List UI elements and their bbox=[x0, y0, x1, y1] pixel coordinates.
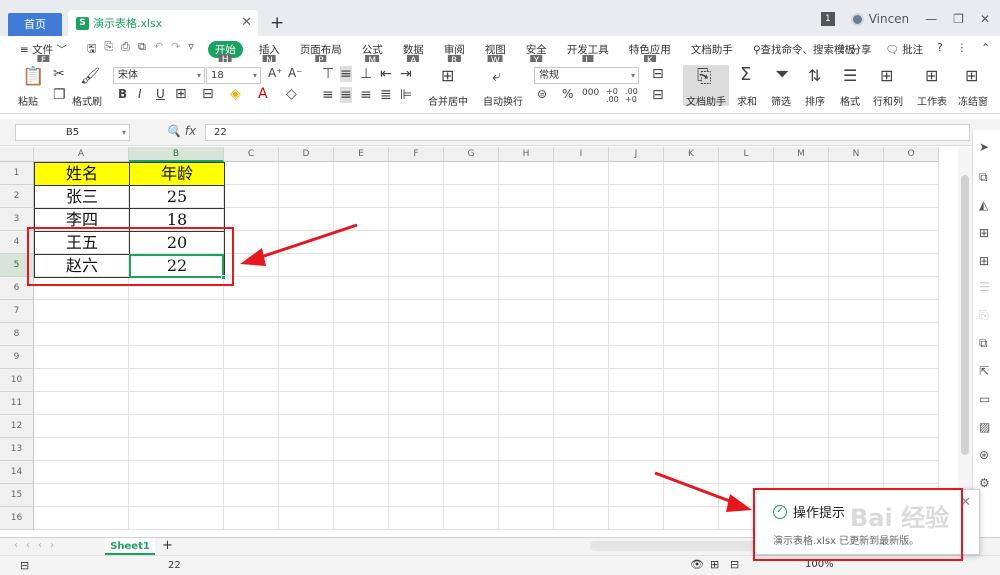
comment-panel-icon[interactable]: ⎘ bbox=[979, 308, 989, 323]
normal-view-icon[interactable]: ⊞ bbox=[710, 558, 719, 571]
add-sheet-button[interactable]: + bbox=[162, 538, 173, 553]
style-icon[interactable]: ◭ bbox=[979, 198, 988, 212]
grid-icon[interactable]: ⊞ bbox=[979, 254, 989, 268]
backup-icon[interactable]: ⊛ bbox=[979, 448, 989, 462]
watermark-logo: Bai 经验 bbox=[850, 504, 950, 532]
sheet-tab-sheet1[interactable]: Sheet1 bbox=[105, 538, 155, 555]
vertical-scroll-thumb[interactable] bbox=[961, 175, 969, 455]
macro-icon[interactable]: ⊟ bbox=[20, 559, 29, 572]
layout-icon[interactable]: ▭ bbox=[979, 392, 990, 406]
table-icon[interactable]: ⊞ bbox=[979, 226, 989, 240]
list-icon[interactable]: ☰ bbox=[979, 280, 990, 294]
status-value: 22 bbox=[168, 560, 181, 571]
copy-panel-icon[interactable]: ⧉ bbox=[979, 336, 988, 351]
export-panel-icon[interactable]: ⇱ bbox=[979, 364, 989, 378]
eye-icon[interactable]: 👁 bbox=[690, 558, 704, 571]
sheet-nav-arrows[interactable]: ‹‹‹› bbox=[14, 540, 62, 551]
image-icon[interactable]: ▨ bbox=[979, 420, 990, 434]
settings-icon[interactable]: ⚙ bbox=[979, 476, 990, 490]
right-sidebar: ➤ ⧉ ◭ ⊞ ⊞ ☰ ⎘ ⧉ ⇱ ▭ ▨ ⊛ ⚙ bbox=[972, 130, 1000, 550]
shapes-icon[interactable]: ⧉ bbox=[979, 170, 988, 185]
pointer-icon[interactable]: ➤ bbox=[979, 140, 989, 154]
page-view-icon[interactable]: ⊟ bbox=[730, 558, 739, 571]
